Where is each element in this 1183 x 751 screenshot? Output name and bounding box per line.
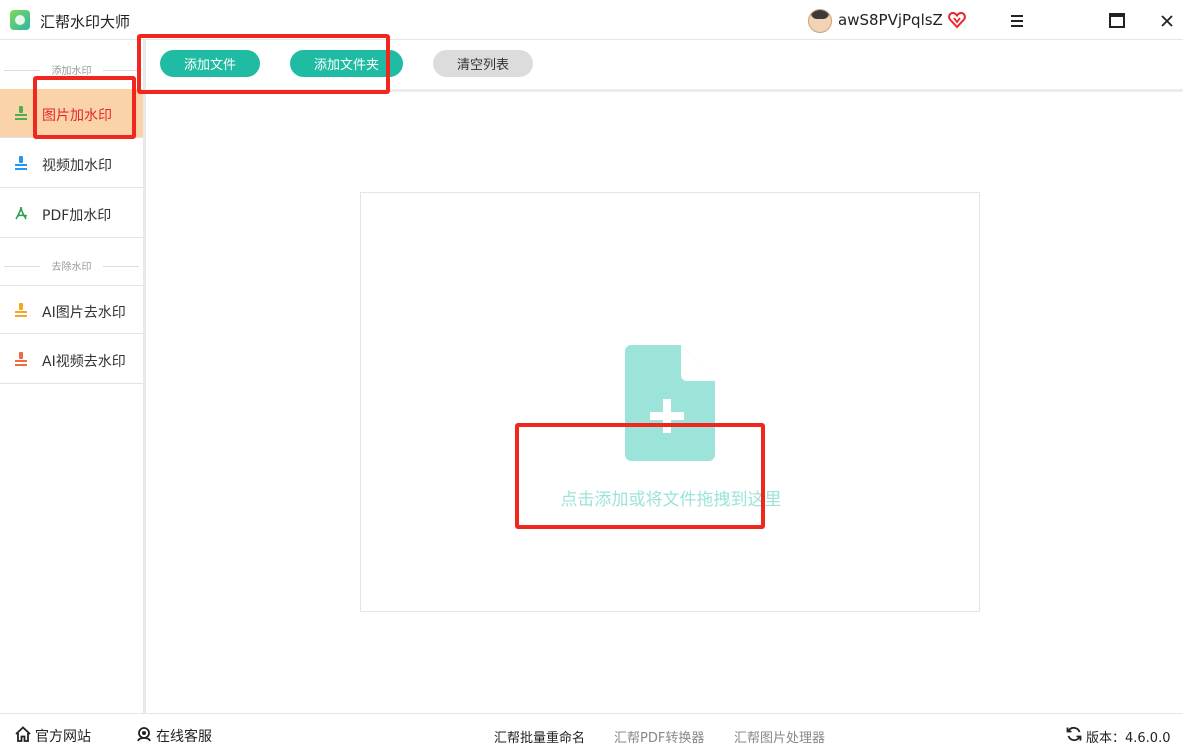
sidebar-item-label: AI图片去水印 <box>42 305 126 321</box>
video-remove-watermark-icon <box>15 352 27 366</box>
sidebar-item-video-watermark[interactable]: 视频加水印 <box>0 139 143 188</box>
add-folder-button[interactable]: 添加文件夹 <box>290 50 403 77</box>
drop-zone-hint: 点击添加或将文件拖拽到这里 <box>560 490 782 510</box>
add-file-icon <box>625 345 715 461</box>
version-label: 版本：4.6.0.0 <box>1086 731 1171 746</box>
video-watermark-icon <box>15 156 27 170</box>
close-icon[interactable] <box>1154 8 1180 34</box>
vip-heart-icon[interactable] <box>948 11 966 29</box>
user-avatar[interactable] <box>808 9 832 33</box>
maximize-icon[interactable] <box>1104 8 1130 34</box>
image-remove-watermark-icon <box>15 303 27 317</box>
image-processor-link[interactable]: 汇帮图片处理器 <box>734 727 825 746</box>
sidebar: 添加水印 图片加水印 视频加水印 PDF加水印 去除水印 AI图片去水印 AI视… <box>0 40 146 713</box>
menu-icon[interactable] <box>1004 8 1030 34</box>
sidebar-item-pdf-watermark[interactable]: PDF加水印 <box>0 189 143 238</box>
app-title: 汇帮水印大师 <box>40 13 131 31</box>
app-logo-icon <box>10 10 30 30</box>
file-drop-zone[interactable]: 点击添加或将文件拖拽到这里 <box>360 192 980 612</box>
image-watermark-icon <box>15 106 27 120</box>
sidebar-item-label: AI视频去水印 <box>42 354 126 370</box>
sidebar-item-ai-image-remove[interactable]: AI图片去水印 <box>0 285 143 334</box>
customer-service-icon <box>137 727 151 742</box>
sidebar-item-label: PDF加水印 <box>42 208 112 224</box>
pdf-icon <box>15 206 28 220</box>
toolbar: 添加文件 添加文件夹 清空列表 <box>146 40 1183 92</box>
sidebar-item-ai-video-remove[interactable]: AI视频去水印 <box>0 335 143 384</box>
refresh-icon[interactable] <box>1066 726 1082 742</box>
title-bar: 汇帮水印大师 awS8PVjPqlsZ <box>0 0 1183 40</box>
section-label-add-watermark: 添加水印 <box>0 62 143 78</box>
sidebar-item-image-watermark[interactable]: 图片加水印 <box>0 89 143 138</box>
official-website-link[interactable]: 官方网站 <box>35 726 91 746</box>
batch-rename-link[interactable]: 汇帮批量重命名 <box>494 727 585 746</box>
sidebar-item-label: 图片加水印 <box>42 108 112 124</box>
online-support-link[interactable]: 在线客服 <box>156 726 212 746</box>
sidebar-item-label: 视频加水印 <box>42 158 112 174</box>
username[interactable]: awS8PVjPqlsZ <box>838 11 943 29</box>
home-icon <box>15 726 31 742</box>
add-file-button[interactable]: 添加文件 <box>160 50 260 77</box>
footer-bar: 官方网站 在线客服 汇帮批量重命名 汇帮PDF转换器 汇帮图片处理器 版本：4.… <box>0 713 1183 751</box>
clear-list-button[interactable]: 清空列表 <box>433 50 533 77</box>
section-label-remove-watermark: 去除水印 <box>0 258 143 274</box>
pdf-converter-link[interactable]: 汇帮PDF转换器 <box>614 727 704 746</box>
